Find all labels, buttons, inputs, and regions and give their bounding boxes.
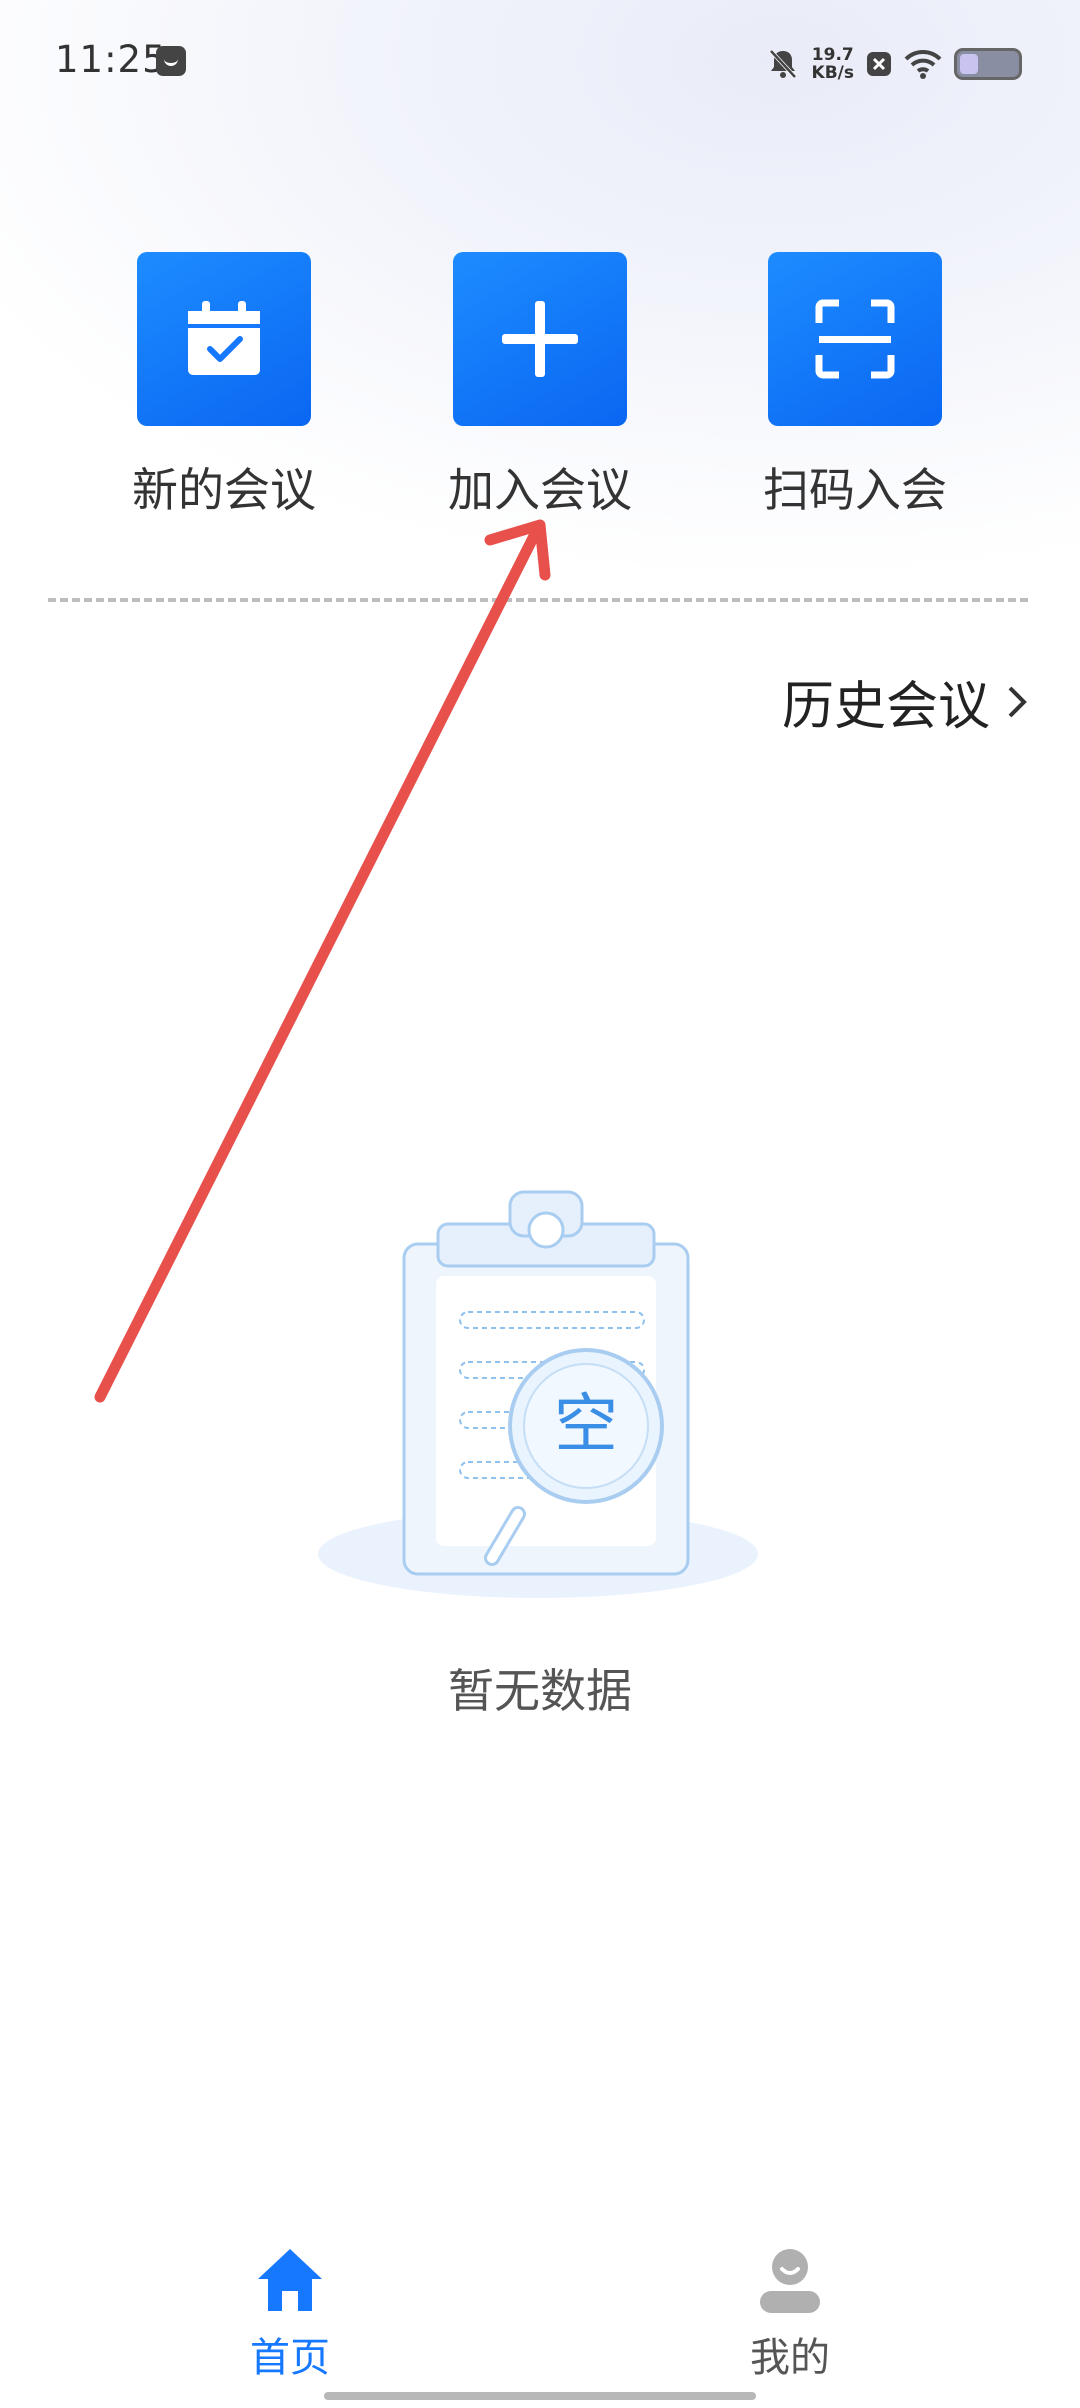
empty-clipboard-illustration: 空 <box>318 1190 758 1598</box>
mute-bell-icon <box>769 49 797 79</box>
new-meeting-button[interactable] <box>137 252 311 426</box>
network-speed-value: 19.7 <box>811 45 854 65</box>
join-meeting-button[interactable] <box>453 252 627 426</box>
plus-icon <box>502 301 578 377</box>
nav-home-label: 首页 <box>250 2335 330 2381</box>
scan-to-join-label: 扫码入会 <box>763 463 947 517</box>
new-meeting-label: 新的会议 <box>132 463 316 517</box>
status-icons: 19.7 KB/s <box>766 36 1022 92</box>
section-divider <box>48 598 1028 602</box>
network-speed: 19.7 KB/s <box>812 46 854 82</box>
history-meetings-label: 历史会议 <box>781 677 990 737</box>
empty-state-message: 暂无数据 <box>448 1664 632 1718</box>
home-icon <box>258 2249 322 2311</box>
join-meeting-label: 加入会议 <box>448 463 632 517</box>
new-meeting-action[interactable]: 新的会议 <box>104 252 344 520</box>
close-box-icon <box>867 52 891 76</box>
join-meeting-action[interactable]: 加入会议 <box>420 252 660 520</box>
battery-icon <box>954 48 1022 80</box>
nav-mine[interactable]: 我的 <box>680 2245 900 2383</box>
scan-to-join-action[interactable]: 扫码入会 <box>735 252 975 520</box>
empty-badge-char: 空 <box>554 1388 618 1462</box>
scan-icon <box>815 299 895 379</box>
scan-to-join-button[interactable] <box>768 252 942 426</box>
wifi-icon <box>904 49 942 79</box>
nav-home[interactable]: 首页 <box>180 2245 400 2383</box>
status-time: 11:25 <box>55 38 167 81</box>
calendar-check-icon <box>188 301 260 375</box>
user-icon <box>760 2249 820 2313</box>
chevron-right-icon <box>1008 686 1027 717</box>
home-indicator[interactable] <box>324 2392 756 2400</box>
nav-mine-label: 我的 <box>750 2335 830 2381</box>
history-meetings-link[interactable]: 历史会议 <box>782 664 1030 739</box>
network-speed-unit: KB/s <box>811 63 854 83</box>
app-notification-icon <box>156 46 186 76</box>
